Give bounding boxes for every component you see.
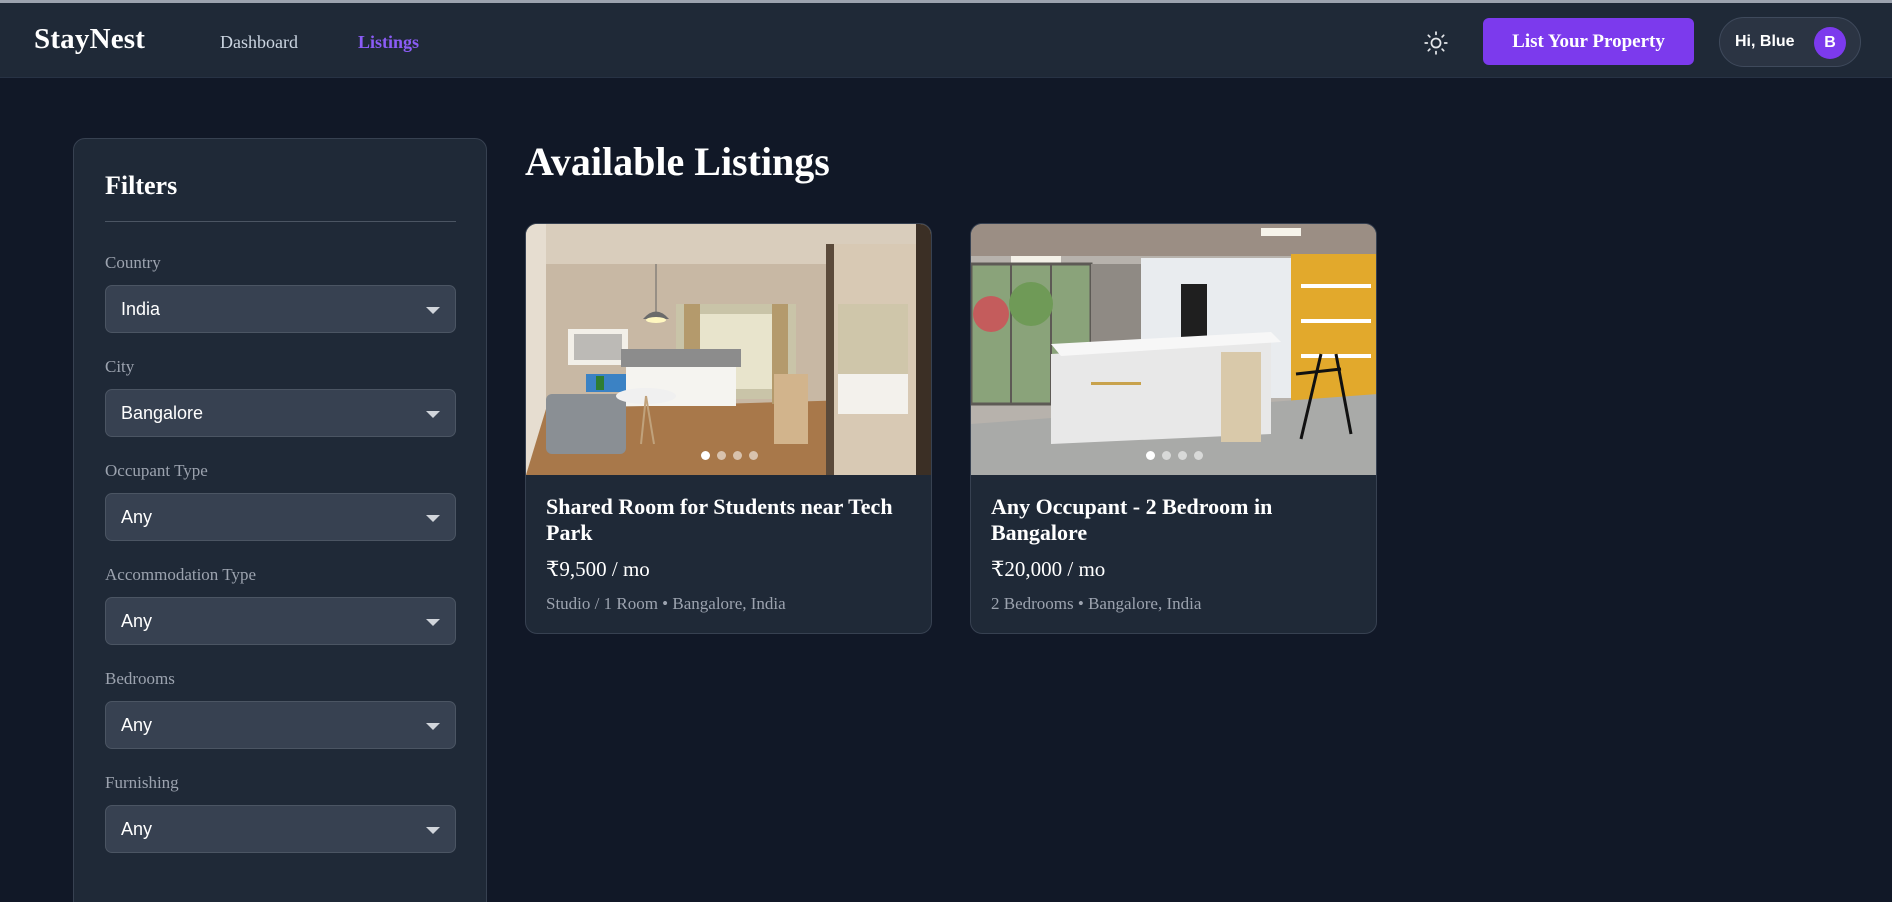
listing-title[interactable]: Shared Room for Students near Tech Park: [546, 494, 916, 546]
filters-title: Filters: [105, 171, 178, 200]
nav-listings-link[interactable]: Listings: [358, 32, 419, 53]
carousel-dot[interactable]: [733, 451, 742, 460]
theme-toggle-button[interactable]: [1420, 27, 1452, 59]
occupant-type-select[interactable]: Any: [105, 493, 456, 541]
brand-logo[interactable]: StayNest: [34, 23, 145, 56]
city-select[interactable]: Bangalore: [105, 389, 456, 437]
chevron-down-icon: [426, 411, 440, 418]
listing-meta: 2 Bedrooms • Bangalore, India: [991, 594, 1202, 613]
carousel-dot[interactable]: [1146, 451, 1155, 460]
listing-card[interactable]: Any Occupant - 2 Bedroom in Bangalore ₹2…: [970, 223, 1377, 634]
carousel-dot[interactable]: [717, 451, 726, 460]
top-navbar: StayNest Dashboard Listings List Your Pr…: [0, 3, 1892, 78]
carousel-dot[interactable]: [749, 451, 758, 460]
bedrooms-label: Bedrooms: [105, 669, 175, 688]
bedrooms-select[interactable]: Any: [105, 701, 456, 749]
user-menu[interactable]: Hi, Blue B: [1719, 17, 1861, 67]
country-select[interactable]: India: [105, 285, 456, 333]
chevron-down-icon: [426, 515, 440, 522]
bedrooms-value: Any: [121, 714, 153, 735]
bedroom-photo: [526, 224, 931, 475]
carousel-dots: [971, 451, 1376, 461]
furnishing-value: Any: [121, 818, 153, 839]
listing-title[interactable]: Any Occupant - 2 Bedroom in Bangalore: [991, 494, 1361, 546]
chevron-down-icon: [426, 307, 440, 314]
city-value: Bangalore: [121, 402, 204, 423]
chevron-down-icon: [426, 827, 440, 834]
kitchen-photo: [971, 224, 1376, 475]
listing-price: ₹20,000 / mo: [991, 557, 1106, 581]
city-label: City: [105, 357, 135, 376]
accommodation-type-value: Any: [121, 610, 153, 631]
user-greeting: Hi, Blue: [1735, 33, 1795, 50]
occupant-type-value: Any: [121, 506, 153, 527]
carousel-dot[interactable]: [1178, 451, 1187, 460]
filters-panel: Filters Country India City Bangalore Occ…: [73, 138, 487, 902]
chevron-down-icon: [426, 723, 440, 730]
chevron-down-icon: [426, 619, 440, 626]
listing-photo-bedroom[interactable]: [526, 224, 931, 475]
carousel-dot[interactable]: [1194, 451, 1203, 460]
avatar: B: [1814, 27, 1846, 59]
page-title: Available Listings: [525, 139, 830, 184]
listing-meta: Studio / 1 Room • Bangalore, India: [546, 594, 786, 613]
accommodation-type-label: Accommodation Type: [105, 565, 256, 584]
furnishing-select[interactable]: Any: [105, 805, 456, 853]
listing-photo-kitchen[interactable]: [971, 224, 1376, 475]
country-value: India: [121, 298, 161, 319]
list-your-property-button[interactable]: List Your Property: [1483, 18, 1694, 65]
country-label: Country: [105, 253, 161, 272]
listing-card[interactable]: Shared Room for Students near Tech Park …: [525, 223, 932, 634]
listing-price: ₹9,500 / mo: [546, 557, 650, 581]
nav-dashboard-link[interactable]: Dashboard: [220, 32, 298, 53]
accommodation-type-select[interactable]: Any: [105, 597, 456, 645]
carousel-dot[interactable]: [701, 451, 710, 460]
carousel-dot[interactable]: [1162, 451, 1171, 460]
occupant-type-label: Occupant Type: [105, 461, 208, 480]
carousel-dots: [526, 451, 931, 461]
furnishing-label: Furnishing: [105, 773, 179, 792]
divider: [105, 221, 456, 222]
sun-icon: [1424, 31, 1448, 55]
